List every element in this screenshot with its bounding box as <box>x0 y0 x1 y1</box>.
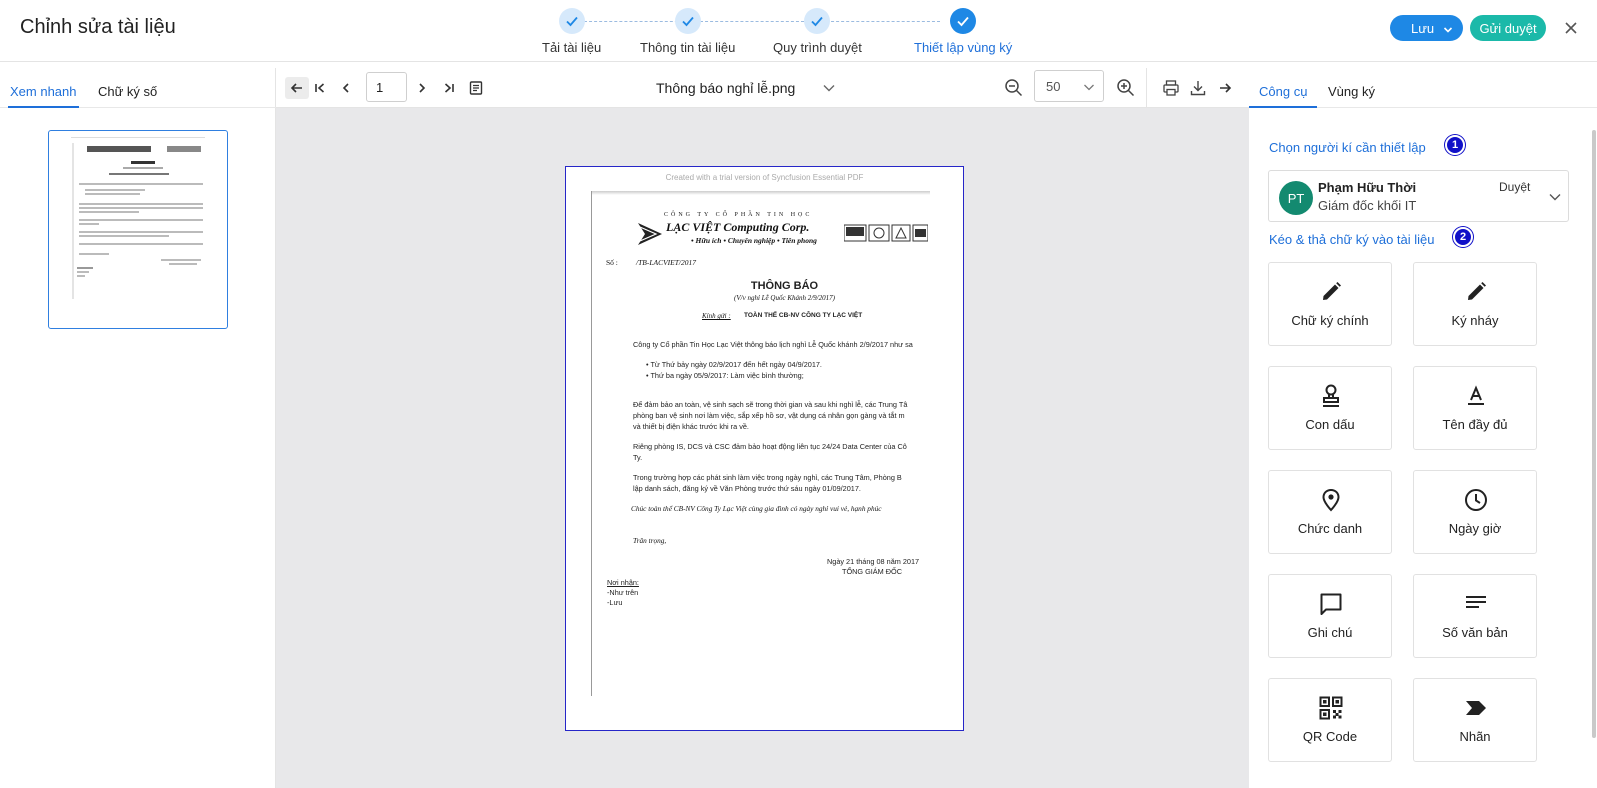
step-signing-zone[interactable]: Thiết lập vùng ký <box>914 8 1012 55</box>
print-icon[interactable] <box>1161 78 1181 98</box>
save-button[interactable]: Lưu <box>1390 15 1463 41</box>
check-icon <box>804 8 831 34</box>
page-edge <box>591 191 930 195</box>
thumbnail-preview <box>71 137 205 299</box>
section-drag-signature: Kéo & thả chữ ký vào tài liệu <box>1269 232 1435 247</box>
page-margin-line <box>591 191 592 696</box>
first-page-icon[interactable] <box>310 78 330 98</box>
zoom-in-icon[interactable] <box>1116 78 1136 98</box>
tool-note[interactable]: Ghi chú <box>1268 574 1392 658</box>
location-pin-icon <box>1318 487 1344 513</box>
document-outline-icon[interactable] <box>466 78 486 98</box>
right-tabs: Công cụ Vùng ký <box>1248 68 1597 108</box>
scrollbar[interactable] <box>1592 130 1596 738</box>
last-page-icon[interactable] <box>439 78 459 98</box>
file-selector[interactable]: Thông báo nghỉ lễ.png <box>656 80 795 96</box>
chevron-down-icon <box>1083 81 1095 96</box>
tab-tools[interactable]: Công cụ <box>1248 84 1318 108</box>
chevron-down-icon[interactable] <box>1548 190 1562 209</box>
tool-main-signature[interactable]: Chữ ký chính <box>1268 262 1392 346</box>
tool-full-name[interactable]: Tên đầy đủ <box>1413 366 1537 450</box>
page-title: Chỉnh sửa tài liệu <box>20 16 176 38</box>
stamp-icon <box>1318 383 1344 409</box>
step-badge: 2 <box>1453 227 1473 247</box>
check-icon <box>558 8 585 34</box>
clock-icon <box>1463 487 1489 513</box>
page-thumbnail[interactable] <box>48 130 228 329</box>
comment-icon <box>1318 591 1344 617</box>
step-document-info[interactable]: Thông tin tài liệu <box>640 8 735 55</box>
toolbar-divider <box>1146 68 1147 108</box>
qr-code-icon <box>1318 695 1344 721</box>
right-panel: Công cụ Vùng ký Chọn người kí cần thiết … <box>1248 68 1597 788</box>
previous-page-icon[interactable] <box>336 78 356 98</box>
avatar: PT <box>1279 181 1313 215</box>
certification-logos <box>843 224 929 242</box>
pen-icon <box>1463 279 1489 305</box>
tool-document-number[interactable]: Số văn bản <box>1413 574 1537 658</box>
tool-job-title[interactable]: Chức danh <box>1268 470 1392 554</box>
document-page[interactable]: Created with a trial version of Syncfusi… <box>565 166 964 731</box>
watermark: Created with a trial version of Syncfusi… <box>665 173 864 182</box>
pen-icon <box>1318 279 1344 305</box>
tool-qr-code[interactable]: QR Code <box>1268 678 1392 762</box>
step-upload[interactable]: Tải tài liệu <box>542 8 601 55</box>
back-arrow-icon[interactable] <box>285 77 309 99</box>
tool-date-time[interactable]: Ngày giờ <box>1413 470 1537 554</box>
chevron-down-icon[interactable] <box>1443 23 1453 38</box>
download-icon[interactable] <box>1188 78 1208 98</box>
tab-quick-view[interactable]: Xem nhanh <box>8 84 78 108</box>
left-tabs: Xem nhanh Chữ ký số <box>0 68 276 108</box>
header: Chỉnh sửa tài liệu Tải tài liệu Thông ti… <box>0 0 1597 62</box>
step-approval-flow[interactable]: Quy trình duyệt <box>773 8 862 55</box>
section-choose-signer: Chọn người kí cần thiết lập <box>1269 140 1426 155</box>
zoom-select[interactable]: 50 <box>1034 70 1104 102</box>
signer-role: Giám đốc khối IT <box>1318 198 1417 213</box>
check-icon <box>674 8 701 34</box>
label-icon <box>1463 695 1489 721</box>
signer-type: Duyệt <box>1499 180 1531 194</box>
lines-icon <box>1463 591 1489 617</box>
page-number-input[interactable]: 1 <box>366 72 407 102</box>
forward-arrow-icon[interactable] <box>1215 78 1235 98</box>
company-logo <box>638 223 662 245</box>
tool-initial-signature[interactable]: Ký nháy <box>1413 262 1537 346</box>
signer-name: Phạm Hữu Thời <box>1318 180 1417 195</box>
viewer-toolbar: 1 Thông báo nghỉ lễ.png 50 <box>276 68 1249 108</box>
left-panel: Xem nhanh Chữ ký số <box>0 68 276 788</box>
stepper: Tải tài liệu Thông tin tài liệu Quy trìn… <box>540 8 1020 58</box>
tool-stamp[interactable]: Con dấu <box>1268 366 1392 450</box>
send-approval-button[interactable]: Gửi duyệt <box>1470 15 1546 41</box>
close-icon[interactable] <box>1563 20 1579 36</box>
signer-select[interactable]: PT Phạm Hữu Thời Giám đốc khối IT Duyệt <box>1268 170 1569 222</box>
next-page-icon[interactable] <box>412 78 432 98</box>
tab-digital-signature[interactable]: Chữ ký số <box>98 84 157 99</box>
document-viewer: Created with a trial version of Syncfusi… <box>276 108 1249 788</box>
zoom-out-icon[interactable] <box>1004 78 1024 98</box>
check-icon <box>950 8 977 34</box>
chevron-down-icon[interactable] <box>819 78 839 98</box>
tab-signing-zones[interactable]: Vùng ký <box>1328 84 1375 99</box>
text-format-icon <box>1463 383 1489 409</box>
tool-label[interactable]: Nhãn <box>1413 678 1537 762</box>
step-badge: 1 <box>1445 135 1465 155</box>
